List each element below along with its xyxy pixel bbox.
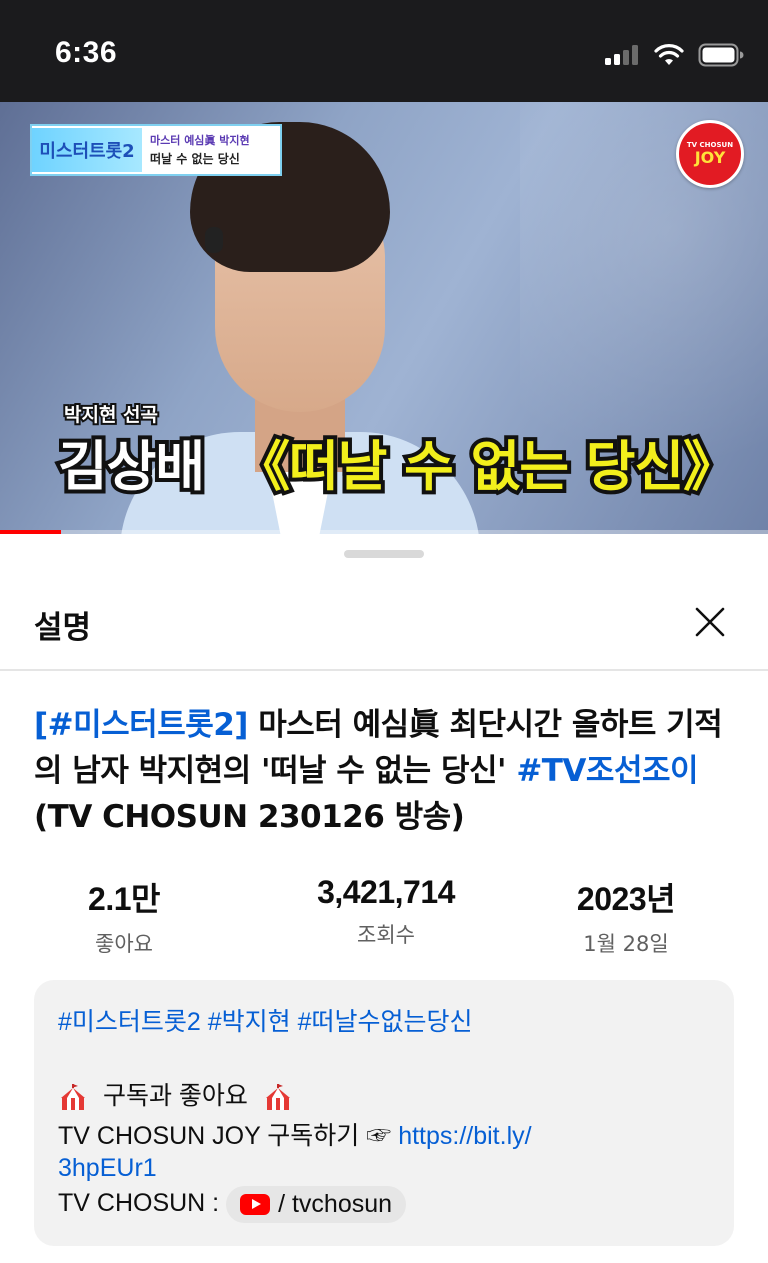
title-broadcast: (TV CHOSUN 230126 방송) [34, 799, 465, 835]
stat-views-value: 3,421,714 [317, 874, 455, 910]
stat-date-year: 2023년 [576, 881, 676, 917]
caption-song: 《떠날 수 없는 당신》 [232, 431, 741, 502]
circus-tent-icon [61, 1084, 85, 1111]
show-logo-name: 미스터트롯2 [32, 128, 142, 172]
caption-artist: 김상배 [54, 431, 209, 502]
chosun-label: TV CHOSUN : [58, 1189, 227, 1218]
subscribe-line: 구독과 좋아요 [58, 1076, 293, 1112]
stat-likes-label: 좋아요 [95, 932, 153, 956]
youtube-channel-chip[interactable]: / tvchosun [226, 1186, 407, 1223]
title-hashtag-channel[interactable]: #TV조선조이 [516, 753, 698, 789]
battery-icon [698, 43, 744, 67]
earpiece [205, 227, 223, 253]
show-logo: 미스터트롯2 마스터 예심眞 박지현 떠날 수 없는 당신 [30, 124, 282, 176]
stat-likes: 2.1만 좋아요 [24, 874, 224, 958]
description-hashtags[interactable]: #미스터트롯2 #박지현 #떠날수없는당신 [58, 1002, 473, 1038]
joy-subscribe-link[interactable]: https://bit.ly/ [398, 1122, 531, 1150]
chosun-line: TV CHOSUN : / tvchosun [58, 1186, 407, 1223]
stat-views: 3,421,714 조회수 [286, 874, 486, 949]
stat-date-day: 1월 28일 [583, 932, 669, 956]
channel-logo-name: JOY [694, 148, 726, 167]
status-icons [604, 40, 744, 70]
video-stats: 2.1만 좋아요 3,421,714 조회수 2023년 1월 28일 [34, 874, 734, 956]
video-title: [#미스터트롯2] 마스터 예심眞 최단시간 올하트 기적의 남자 박지현의 '… [34, 702, 734, 840]
show-logo-subtitle: 마스터 예심眞 박지현 떠날 수 없는 당신 [142, 132, 250, 168]
youtube-icon [240, 1194, 271, 1215]
status-bar: 6:36 [0, 0, 768, 102]
show-logo-line2: 떠날 수 없는 당신 [150, 152, 240, 166]
stat-date: 2023년 1월 28일 [526, 874, 726, 958]
divider [0, 669, 768, 671]
circus-tent-icon [265, 1084, 290, 1111]
close-button[interactable] [682, 594, 738, 650]
youtube-channel-name: / tvchosun [278, 1190, 393, 1218]
status-time: 6:36 [55, 36, 118, 69]
drag-handle[interactable] [344, 550, 424, 558]
joy-subscribe-line: TV CHOSUN JOY 구독하기 ☞ https://bit.ly/ [58, 1116, 532, 1152]
stat-views-label: 조회수 [357, 923, 415, 947]
description-sheet: 설명 [#미스터트롯2] 마스터 예심眞 최단시간 올하트 기적의 남자 박지현… [0, 534, 768, 1263]
channel-logo: TV CHOSUN JOY [676, 120, 744, 188]
stat-likes-value: 2.1만 [88, 881, 160, 917]
show-logo-line1: 마스터 예심眞 박지현 [150, 134, 250, 147]
subscribe-text: 구독과 좋아요 [102, 1082, 248, 1110]
sheet-title: 설명 [34, 610, 92, 646]
joy-subscribe-link-cont[interactable]: 3hpEUr1 [58, 1154, 157, 1183]
video-player[interactable]: 미스터트롯2 마스터 예심眞 박지현 떠날 수 없는 당신 TV CHOSUN … [0, 102, 768, 534]
signal-icon [605, 45, 638, 65]
wifi-icon [654, 44, 684, 65]
title-hashtag-show[interactable]: [#미스터트롯2] [34, 707, 248, 743]
description-box[interactable]: #미스터트롯2 #박지현 #떠날수없는당신 구독과 좋아요 TV CHOSUN … [34, 980, 734, 1246]
joy-subscribe-text: TV CHOSUN JOY 구독하기 ☞ [58, 1122, 399, 1150]
close-icon [695, 607, 725, 637]
